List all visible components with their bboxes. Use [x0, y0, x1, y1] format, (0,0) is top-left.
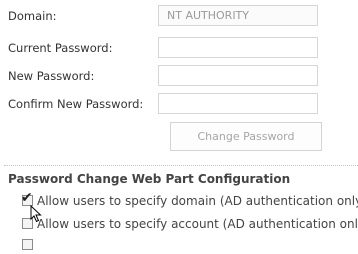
current-password-label: Current Password:: [8, 41, 113, 55]
confirm-password-field[interactable]: [158, 93, 318, 114]
section-divider: [4, 165, 358, 166]
domain-field[interactable]: [158, 5, 318, 26]
config-section-title: Password Change Web Part Configuration: [8, 172, 291, 186]
change-password-button[interactable]: Change Password: [170, 122, 322, 151]
new-password-label: New Password:: [8, 69, 95, 83]
mouse-pointer-icon: [30, 205, 42, 223]
domain-label: Domain:: [8, 9, 57, 23]
allow-account-label[interactable]: Allow users to specify account (AD authe…: [37, 217, 358, 231]
current-password-field[interactable]: [158, 37, 318, 58]
allow-domain-label[interactable]: Allow users to specify domain (AD authen…: [37, 194, 358, 208]
confirm-password-label: Confirm New Password:: [8, 97, 144, 111]
check-icon: ✔: [21, 190, 33, 206]
new-password-field[interactable]: [158, 65, 318, 86]
